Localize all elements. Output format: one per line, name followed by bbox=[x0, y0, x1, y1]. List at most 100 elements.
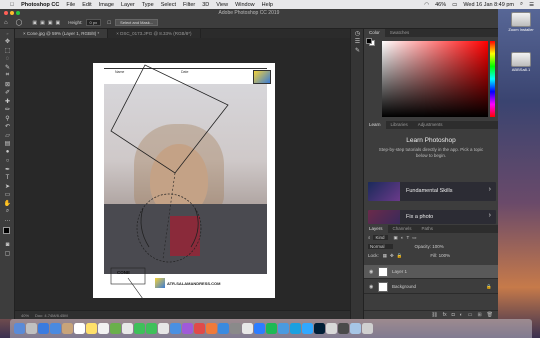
learn-card-fix-photo[interactable]: Fix a photo › bbox=[368, 210, 496, 224]
contacts-icon[interactable] bbox=[62, 323, 73, 334]
filter-search-icon[interactable]: ⌕ bbox=[368, 235, 371, 240]
finder-icon[interactable] bbox=[14, 323, 25, 334]
zoom-icon[interactable] bbox=[254, 323, 265, 334]
clock[interactable]: Wed 16 Jan 8:49 pm bbox=[463, 2, 514, 8]
history-panel-icon[interactable]: ◷ bbox=[351, 29, 364, 38]
layer-row-layer1[interactable]: ◉ Layer 1 bbox=[364, 265, 498, 279]
clone-stamp-tool-icon[interactable]: ⚲ bbox=[0, 114, 15, 123]
color-picker-field[interactable] bbox=[382, 41, 488, 117]
tab-color[interactable]: Color bbox=[364, 29, 385, 37]
downloads-icon[interactable] bbox=[350, 323, 361, 334]
menu-filter[interactable]: Filter bbox=[183, 2, 195, 8]
eyedropper-tool-icon[interactable]: ✐ bbox=[0, 89, 15, 98]
brush-tool-icon[interactable]: ✏ bbox=[0, 106, 15, 115]
visibility-eye-icon[interactable]: ◉ bbox=[369, 269, 373, 275]
lasso-tool-icon[interactable]: ◯ bbox=[16, 19, 23, 26]
preview-icon[interactable] bbox=[326, 323, 337, 334]
filter-adjustment-icon[interactable]: ◐ bbox=[401, 235, 404, 240]
menu-image[interactable]: Image bbox=[99, 2, 114, 8]
filter-kind-select[interactable]: Kind bbox=[372, 235, 388, 240]
filter-shape-icon[interactable]: ▭ bbox=[412, 235, 416, 241]
app-store-icon[interactable] bbox=[218, 323, 229, 334]
fill-field[interactable]: Fill: 100% bbox=[430, 253, 450, 258]
menu-file[interactable]: File bbox=[66, 2, 75, 8]
intersect-selection-icon[interactable]: ▣ bbox=[56, 20, 61, 26]
wifi-icon[interactable]: ◠ bbox=[424, 2, 429, 8]
itunes-icon[interactable] bbox=[182, 323, 193, 334]
add-selection-icon[interactable]: ▣ bbox=[40, 20, 45, 26]
facetime-icon[interactable] bbox=[146, 323, 157, 334]
height-field[interactable]: 0 px bbox=[85, 19, 102, 26]
desktop-drive-zoom[interactable]: Zoom Installer bbox=[506, 12, 536, 32]
blur-tool-icon[interactable]: ● bbox=[0, 148, 15, 157]
skype-icon[interactable] bbox=[278, 323, 289, 334]
zoom-level[interactable]: 40% bbox=[21, 313, 29, 318]
tab-learn[interactable]: Learn bbox=[364, 121, 386, 129]
history-brush-tool-icon[interactable]: ↶ bbox=[0, 123, 15, 132]
subtract-selection-icon[interactable]: ▣ bbox=[48, 20, 53, 26]
panel-background-swatch[interactable] bbox=[366, 38, 372, 44]
notes-icon[interactable] bbox=[86, 323, 97, 334]
adjustment-layer-icon[interactable]: ◐ bbox=[460, 312, 463, 318]
menu-help[interactable]: Help bbox=[262, 2, 273, 8]
lock-all-icon[interactable]: 🔒 bbox=[397, 253, 403, 259]
launchpad-icon[interactable] bbox=[26, 323, 37, 334]
tab-libraries[interactable]: Libraries bbox=[386, 121, 413, 129]
maps-icon[interactable] bbox=[110, 323, 121, 334]
books-icon[interactable] bbox=[206, 323, 217, 334]
reminders-icon[interactable] bbox=[98, 323, 109, 334]
menu-app-name[interactable]: Photoshop CC bbox=[21, 2, 59, 8]
system-preferences-icon[interactable] bbox=[230, 323, 241, 334]
menu-edit[interactable]: Edit bbox=[82, 2, 91, 8]
visibility-eye-icon[interactable]: ◉ bbox=[369, 284, 373, 290]
dodge-tool-icon[interactable]: ○ bbox=[0, 157, 15, 166]
more-tools-icon[interactable]: … bbox=[0, 216, 15, 225]
keynote-icon[interactable] bbox=[170, 323, 181, 334]
select-and-mask-button[interactable]: Select and Mask... bbox=[115, 19, 159, 26]
news-icon[interactable] bbox=[194, 323, 205, 334]
tab-paths[interactable]: Paths bbox=[417, 225, 439, 233]
chrome-icon[interactable] bbox=[242, 323, 253, 334]
mail-icon[interactable] bbox=[50, 323, 61, 334]
close-window-button[interactable] bbox=[4, 11, 8, 15]
color-swatches[interactable] bbox=[0, 225, 14, 241]
photos-icon[interactable] bbox=[122, 323, 133, 334]
delete-layer-icon[interactable]: 🗑 bbox=[487, 312, 493, 318]
menu-view[interactable]: View bbox=[216, 2, 228, 8]
add-mask-icon[interactable]: ◘ bbox=[452, 312, 455, 318]
gradient-tool-icon[interactable]: ▤ bbox=[0, 140, 15, 149]
healing-brush-tool-icon[interactable]: ✚ bbox=[0, 97, 15, 106]
filter-pixel-icon[interactable]: ▣ bbox=[394, 235, 398, 241]
new-layer-icon[interactable]: ⊞ bbox=[477, 312, 481, 318]
antialias-checkbox[interactable]: ☐ bbox=[107, 20, 111, 26]
tab-cone[interactable]: × Cone.jpg @ 59% (Layer 1, RGB/8) * bbox=[15, 29, 109, 38]
menu-select[interactable]: Select bbox=[161, 2, 176, 8]
lightroom-icon[interactable] bbox=[302, 323, 313, 334]
tab-dsc[interactable]: × DSC_0173.JPG @ 8.33% (RGB/8*) bbox=[108, 29, 201, 38]
path-select-tool-icon[interactable]: ➤ bbox=[0, 182, 15, 191]
menu-type[interactable]: Type bbox=[142, 2, 154, 8]
lasso-tool-icon[interactable]: ◌ bbox=[0, 55, 15, 64]
word-icon[interactable] bbox=[290, 323, 301, 334]
battery-percent[interactable]: 46% bbox=[435, 2, 446, 8]
tab-adjustments[interactable]: Adjustments bbox=[413, 121, 448, 129]
apple-menu-icon[interactable]:  bbox=[10, 2, 14, 8]
menu-layer[interactable]: Layer bbox=[121, 2, 135, 8]
new-selection-icon[interactable]: ▣ bbox=[32, 20, 37, 26]
canvas-area[interactable]: Name Date CONE ATR-SALAMANDRESS.COM bbox=[15, 38, 350, 310]
document-page[interactable]: Name Date CONE ATR-SALAMANDRESS.COM bbox=[93, 63, 275, 298]
marquee-tool-icon[interactable]: ⬚ bbox=[0, 46, 15, 55]
tab-close-icon[interactable]: × bbox=[23, 31, 26, 36]
quick-mask-icon[interactable]: ◙ bbox=[0, 241, 15, 250]
lock-pixels-icon[interactable]: ▦ bbox=[383, 253, 387, 259]
calendar-icon[interactable] bbox=[74, 323, 85, 334]
photoshop-dock-icon[interactable] bbox=[314, 323, 325, 334]
search-icon[interactable]: ⌕ bbox=[520, 1, 523, 8]
screen-mode-icon[interactable]: ▢ bbox=[0, 249, 15, 258]
blend-mode-select[interactable]: Normal bbox=[368, 244, 393, 249]
menu-3d[interactable]: 3D bbox=[202, 2, 209, 8]
opacity-field[interactable]: Opacity: 100% bbox=[415, 244, 444, 249]
minimize-window-button[interactable] bbox=[10, 11, 14, 15]
filter-type-icon[interactable]: T bbox=[407, 235, 410, 240]
new-group-icon[interactable]: ▭ bbox=[468, 312, 473, 318]
